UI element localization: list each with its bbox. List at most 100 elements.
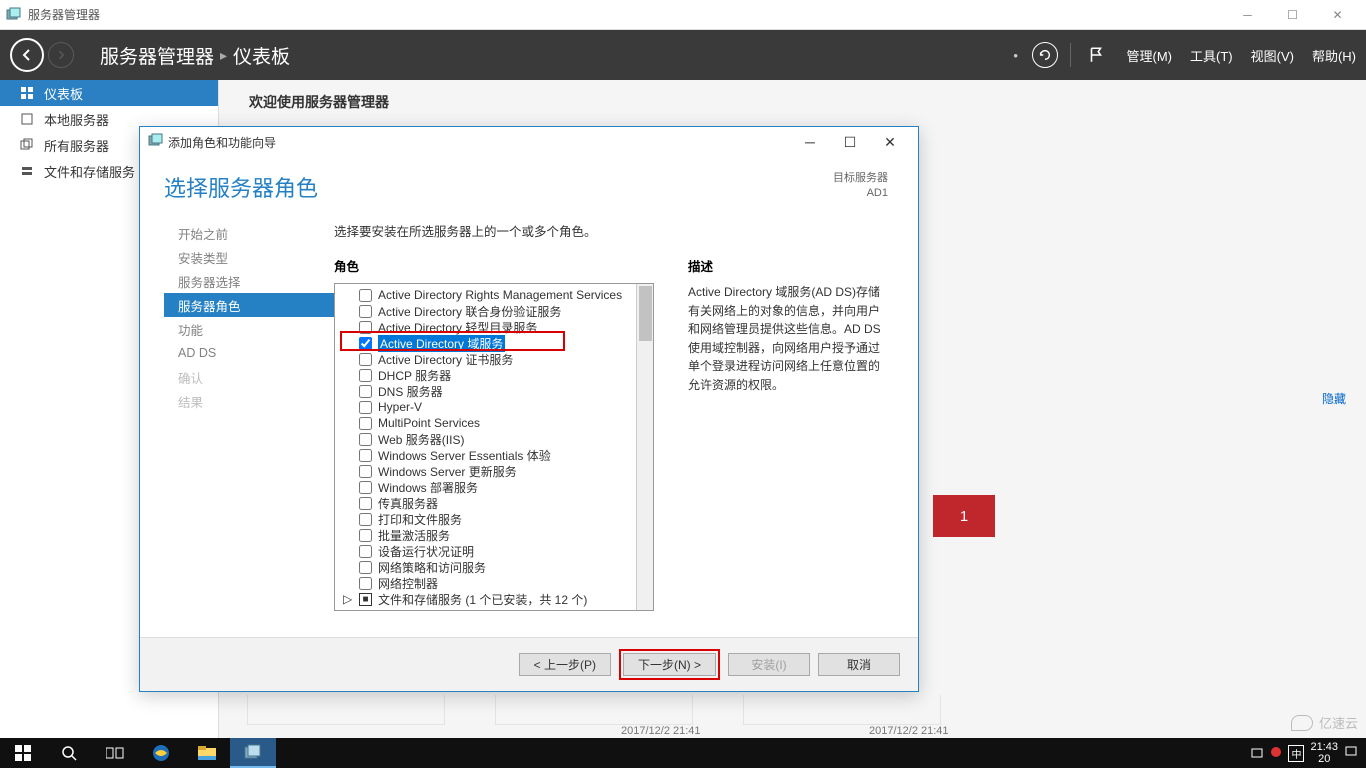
wizard-title: 添加角色和功能向导 <box>164 134 790 151</box>
wizard-minimize-button[interactable]: ─ <box>790 128 830 156</box>
refresh-button[interactable] <box>1028 38 1062 72</box>
back-button[interactable] <box>10 38 44 72</box>
watermark: 亿速云 <box>1291 713 1358 732</box>
wizard-step[interactable]: 安装类型 <box>164 245 334 269</box>
scrollbar[interactable] <box>636 284 653 610</box>
role-checkbox[interactable] <box>359 369 372 382</box>
role-item[interactable]: 网络策略和访问服务 <box>335 559 653 575</box>
role-item[interactable]: 传真服务器 <box>335 495 653 511</box>
role-checkbox[interactable] <box>359 417 372 430</box>
role-checkbox[interactable] <box>359 449 372 462</box>
taskview-button[interactable] <box>92 738 138 768</box>
storage-icon <box>20 164 34 178</box>
close-button[interactable]: ✕ <box>1315 0 1360 29</box>
role-item[interactable]: MultiPoint Services <box>335 415 653 431</box>
role-checkbox[interactable] <box>359 497 372 510</box>
role-item[interactable]: DHCP 服务器 <box>335 367 653 383</box>
wizard-icon <box>148 133 164 152</box>
role-item[interactable]: Active Directory 联合身份验证服务 <box>335 303 653 319</box>
cancel-button[interactable]: 取消 <box>818 653 900 676</box>
role-label: Active Directory 证书服务 <box>378 351 513 368</box>
role-label: 设备运行状况证明 <box>378 543 474 560</box>
role-checkbox[interactable] <box>359 529 372 542</box>
menu-help[interactable]: 帮助(H) <box>1312 46 1356 65</box>
window-title: 服务器管理器 <box>28 6 1225 23</box>
forward-button[interactable] <box>48 42 74 68</box>
role-item[interactable]: 网络控制器 <box>335 575 653 591</box>
wizard-step[interactable]: 开始之前 <box>164 221 334 245</box>
timestamp-2: 2017/12/2 21:41 <box>869 725 949 737</box>
wizard-maximize-button[interactable]: ☐ <box>830 128 870 156</box>
wizard-close-button[interactable]: ✕ <box>870 128 910 156</box>
start-button[interactable] <box>0 738 46 768</box>
taskbar-ie[interactable] <box>138 738 184 768</box>
chevron-right-icon: ▸ <box>220 47 227 64</box>
role-checkbox[interactable] <box>359 481 372 494</box>
role-item[interactable]: Web 服务器(IIS) <box>335 431 653 447</box>
role-item[interactable]: 设备运行状况证明 <box>335 543 653 559</box>
prev-button[interactable]: < 上一步(P) <box>519 653 611 676</box>
role-checkbox[interactable] <box>359 513 372 526</box>
role-checkbox[interactable] <box>359 433 372 446</box>
role-checkbox[interactable] <box>359 401 372 414</box>
tray-volume-icon[interactable] <box>1270 746 1282 761</box>
breadcrumb: 服务器管理器 ▸ 仪表板 <box>100 42 290 69</box>
minimize-button[interactable]: ─ <box>1225 0 1270 29</box>
taskbar-explorer[interactable] <box>184 738 230 768</box>
role-checkbox[interactable] <box>359 577 372 590</box>
role-item[interactable]: 批量激活服务 <box>335 527 653 543</box>
taskbar-clock[interactable]: 21:43 20 <box>1310 741 1338 765</box>
role-item[interactable]: Windows 部署服务 <box>335 479 653 495</box>
next-highlight: 下一步(N) > <box>619 649 720 680</box>
checkbox-partial[interactable]: ■ <box>359 593 372 606</box>
menu-tools[interactable]: 工具(T) <box>1190 46 1233 65</box>
tray-ime-icon[interactable]: 中 <box>1288 745 1304 762</box>
role-item[interactable]: Active Directory 证书服务 <box>335 351 653 367</box>
hide-link[interactable]: 隐藏 <box>1322 390 1346 407</box>
flag-icon[interactable] <box>1079 38 1113 72</box>
role-label: Active Directory 域服务 <box>378 335 505 352</box>
role-checkbox[interactable] <box>359 321 372 334</box>
roles-listbox[interactable]: Active Directory Rights Management Servi… <box>334 283 654 611</box>
role-item[interactable]: ▷■文件和存储服务 (1 个已安装，共 12 个) <box>335 591 653 607</box>
breadcrumb-root[interactable]: 服务器管理器 <box>100 42 214 69</box>
role-checkbox[interactable] <box>359 465 372 478</box>
role-item[interactable]: 打印和文件服务 <box>335 511 653 527</box>
tray-notifications-icon[interactable] <box>1344 745 1358 762</box>
role-item[interactable]: Active Directory 域服务 <box>335 335 653 351</box>
role-item[interactable]: Windows Server Essentials 体验 <box>335 447 653 463</box>
next-button[interactable]: 下一步(N) > <box>623 653 716 676</box>
menu-view[interactable]: 视图(V) <box>1251 46 1294 65</box>
role-item[interactable]: Active Directory 轻型目录服务 <box>335 319 653 335</box>
scrollbar-thumb[interactable] <box>639 286 652 341</box>
tray-network-icon[interactable] <box>1250 745 1264 762</box>
role-item[interactable]: Active Directory Rights Management Servi… <box>335 287 653 303</box>
maximize-button[interactable]: ☐ <box>1270 0 1315 29</box>
role-label: Windows Server Essentials 体验 <box>378 447 551 464</box>
servers-icon <box>20 138 34 152</box>
notification-tile[interactable]: 1 <box>933 495 995 537</box>
wizard-step[interactable]: 服务器选择 <box>164 269 334 293</box>
wizard-step: AD DS <box>164 341 334 365</box>
menu-manage[interactable]: 管理(M) <box>1127 46 1173 65</box>
dropdown-bullet[interactable]: • <box>1013 48 1021 63</box>
breadcrumb-current: 仪表板 <box>233 42 290 69</box>
wizard-step: 结果 <box>164 389 334 413</box>
role-item[interactable]: Hyper-V <box>335 399 653 415</box>
taskbar-server-manager[interactable] <box>230 738 276 768</box>
role-checkbox[interactable] <box>359 385 372 398</box>
role-checkbox[interactable] <box>359 353 372 366</box>
role-checkbox[interactable] <box>359 545 372 558</box>
role-checkbox[interactable] <box>359 337 372 350</box>
wizard-step: 功能 <box>164 317 334 341</box>
role-item[interactable]: DNS 服务器 <box>335 383 653 399</box>
role-checkbox[interactable] <box>359 289 372 302</box>
role-checkbox[interactable] <box>359 305 372 318</box>
dashboard-icon <box>20 86 34 100</box>
role-item[interactable]: Windows Server 更新服务 <box>335 463 653 479</box>
role-checkbox[interactable] <box>359 561 372 574</box>
role-label: Active Directory 轻型目录服务 <box>378 319 537 336</box>
search-button[interactable] <box>46 738 92 768</box>
nav-dashboard[interactable]: 仪表板 <box>0 80 218 106</box>
wizard-step[interactable]: 服务器角色 <box>164 293 334 317</box>
